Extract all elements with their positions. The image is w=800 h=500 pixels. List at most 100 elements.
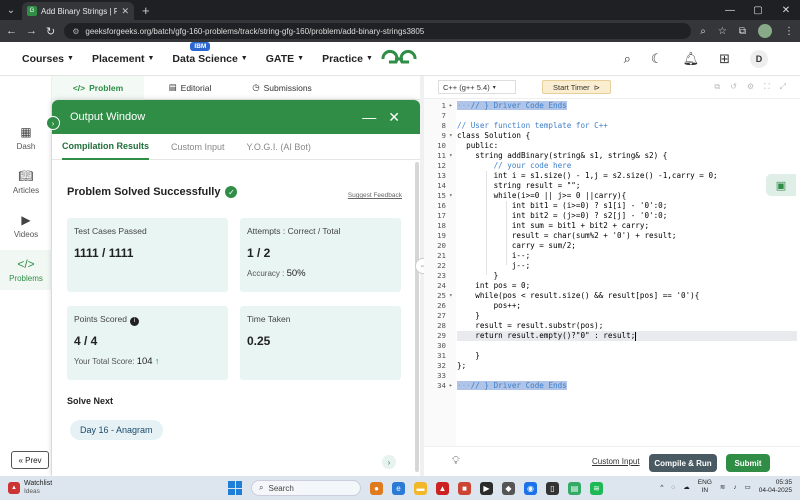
new-tab-button[interactable]: + — [142, 3, 150, 18]
profile-avatar[interactable] — [758, 24, 772, 38]
tab-custom-input[interactable]: Custom Input — [171, 134, 225, 160]
browser-tab[interactable]: G Add Binary Strings | Practice | G ✕ — [22, 2, 134, 20]
notification-bell-icon[interactable]: 🔔︎ — [683, 51, 700, 67]
office-icon[interactable]: ■ — [458, 481, 471, 495]
fold-icon[interactable]: ▾ — [449, 131, 453, 141]
code-line[interactable]: 18 int sum = bit1 + bit2 + carry; — [437, 221, 797, 231]
terminal-icon[interactable]: ▯ — [546, 481, 559, 495]
fold-icon[interactable]: ▾ — [449, 191, 453, 201]
code-line[interactable]: 9 ▾ class Solution { — [442, 131, 797, 141]
code-line[interactable]: 10 public: — [437, 141, 797, 151]
code-line[interactable]: 7 — [442, 111, 797, 121]
cloud-icon[interactable]: ☁ — [683, 483, 690, 491]
rail-item-videos[interactable]: ▶ Videos — [0, 206, 52, 246]
code-line[interactable]: 16 int bit1 = (i>=0) ? s1[i] - '0':0; — [437, 201, 797, 211]
close-icon[interactable]: ✕ — [388, 109, 400, 126]
app-icon[interactable]: ◆ — [502, 481, 515, 495]
language-select[interactable]: C++ (g++ 5.4) ▾ — [438, 80, 516, 94]
app-icon[interactable]: ▤ — [568, 481, 581, 495]
tab-problem[interactable]: </> Problem — [52, 75, 144, 100]
forward-icon[interactable]: → — [26, 25, 37, 37]
fullscreen-icon[interactable]: ⛶ — [764, 82, 770, 92]
submit-button[interactable]: Submit — [726, 454, 770, 472]
windows-start-icon[interactable] — [228, 481, 242, 495]
folded-region-marker[interactable]: ··· — [457, 101, 471, 110]
site-info-icon[interactable]: ⚙ — [72, 27, 79, 36]
suggest-feedback-link[interactable]: Suggest Feedback — [348, 192, 402, 199]
fold-icon[interactable]: ▸ — [449, 101, 453, 111]
custom-input-link[interactable]: Custom Input — [592, 457, 640, 466]
fold-icon[interactable]: ▾ — [449, 291, 453, 301]
code-line[interactable]: 27 } — [437, 311, 797, 321]
nav-gate[interactable]: GATE ▼ — [266, 53, 304, 65]
code-line[interactable]: 23 } — [437, 271, 797, 281]
code-line[interactable]: 24 int pos = 0; — [437, 281, 797, 291]
close-window-icon[interactable]: ✕ — [772, 5, 800, 16]
file-explorer-icon[interactable]: ▬ — [414, 481, 427, 495]
code-line[interactable]: 31 } — [437, 351, 797, 361]
tab-editorial[interactable]: ▤ Editorial — [144, 76, 236, 100]
chevron-right-icon[interactable]: › — [382, 455, 396, 469]
rail-item-articles[interactable]: 📖︎ Articles — [0, 162, 52, 202]
tab-yogi-ai-bot[interactable]: Y.O.G.I. (AI Bot) — [247, 134, 311, 160]
code-line[interactable]: 28 result = result.substr(pos); — [437, 321, 797, 331]
minimize-icon[interactable]: — — [362, 109, 376, 126]
tray-overflow-icon[interactable]: ^ — [660, 484, 663, 491]
nav-placement[interactable]: Placement ▼ — [92, 53, 154, 65]
next-problem-chip[interactable]: Day 16 - Anagram — [70, 420, 163, 440]
start-timer-button[interactable]: Start Timer ⊳ — [542, 80, 611, 94]
maximize-icon[interactable]: ▢ — [744, 5, 772, 16]
lightbulb-icon[interactable]: 💡︎ — [452, 455, 460, 468]
code-line[interactable]: 25 ▾ while(pos < result.size() && result[… — [437, 291, 797, 301]
fold-icon[interactable]: ▸ — [449, 381, 453, 391]
copy-icon[interactable]: ⧉ — [714, 82, 720, 92]
code-line[interactable]: 34 ▸ ···// } Driver Code Ends — [437, 381, 797, 391]
reload-icon[interactable]: ↻ — [46, 25, 55, 38]
code-line[interactable]: 12 // your code here — [437, 161, 797, 171]
chat-icon[interactable]: ▣ — [766, 174, 796, 196]
zoom-icon[interactable]: ⌕ — [700, 26, 706, 37]
nav-practice[interactable]: Practice ▼ — [322, 53, 373, 65]
back-icon[interactable]: ← — [6, 25, 17, 37]
expand-panel-icon[interactable]: › — [46, 116, 60, 130]
edge-icon[interactable]: e — [392, 481, 405, 495]
translate-icon[interactable]: ⊞ — [719, 51, 730, 67]
menu-kebab-icon[interactable]: ⋮ — [784, 26, 794, 37]
input-language[interactable]: ENG IN — [698, 479, 712, 495]
code-editor[interactable]: 1 ▸ ···// } Driver Code Ends 7 8// User func… — [424, 98, 800, 447]
code-line[interactable]: 19 result = char(sum%2 + '0') + result; — [437, 231, 797, 241]
code-line[interactable]: 13 int i = s1.size() - 1,j = s2.size() -… — [437, 171, 797, 181]
code-line[interactable]: 33 — [437, 371, 797, 381]
clock[interactable]: 05:35 04-04-2025 — [759, 479, 792, 495]
code-line[interactable]: 29 return result.empty()?"0" : result; — [437, 331, 797, 341]
code-line[interactable]: 17 int bit2 = (j>=0) ? s2[j] - '0':0; — [437, 211, 797, 221]
compile-run-button[interactable]: Compile & Run — [649, 454, 717, 472]
gfg-logo-icon[interactable] — [379, 49, 419, 69]
code-area[interactable]: 1 ▸ ···// } Driver Code Ends 7 8// User func… — [437, 101, 797, 391]
code-line[interactable]: 14 string result = ""; — [437, 181, 797, 191]
code-line[interactable]: 21 i--; — [437, 251, 797, 261]
wifi-icon[interactable]: ≋ — [720, 483, 725, 491]
spotify-icon[interactable]: ≋ — [590, 481, 603, 495]
tab-search-icon[interactable]: ⌄ — [0, 0, 22, 20]
watchlist-widget[interactable]: ▲ Watchlist Ideas — [0, 480, 52, 496]
close-tab-icon[interactable]: ✕ — [121, 6, 129, 17]
code-line[interactable]: 8 // User function template for C++ — [442, 121, 797, 131]
expand-icon[interactable]: ⤢ — [780, 82, 786, 92]
code-line[interactable]: 22 j--; — [437, 261, 797, 271]
tab-compilation-results[interactable]: Compilation Results — [62, 134, 150, 160]
settings-icon[interactable]: ⚙ — [747, 82, 754, 92]
app-icon[interactable]: ▲ — [436, 481, 449, 495]
volume-icon[interactable]: ♪ — [733, 484, 736, 491]
search-icon[interactable]: ⌕ — [624, 51, 631, 67]
url-field[interactable]: ⚙ geeksforgeeks.org/batch/gfg-160-proble… — [64, 23, 692, 39]
code-line[interactable]: 15 ▾ while(i>=0 || j>= 0 ||carry){ — [437, 191, 797, 201]
tab-submissions[interactable]: ◷ Submissions — [236, 76, 328, 100]
code-line[interactable]: 32}; — [437, 361, 797, 371]
code-line[interactable]: 20 carry = sum/2; — [437, 241, 797, 251]
code-line[interactable]: 1 ▸ ···// } Driver Code Ends — [442, 101, 797, 111]
prev-button[interactable]: « Prev — [11, 451, 49, 469]
media-player-icon[interactable]: ▶ — [480, 481, 493, 495]
folded-region-marker[interactable]: ··· — [457, 381, 471, 390]
bookmark-star-icon[interactable]: ☆ — [718, 26, 727, 37]
